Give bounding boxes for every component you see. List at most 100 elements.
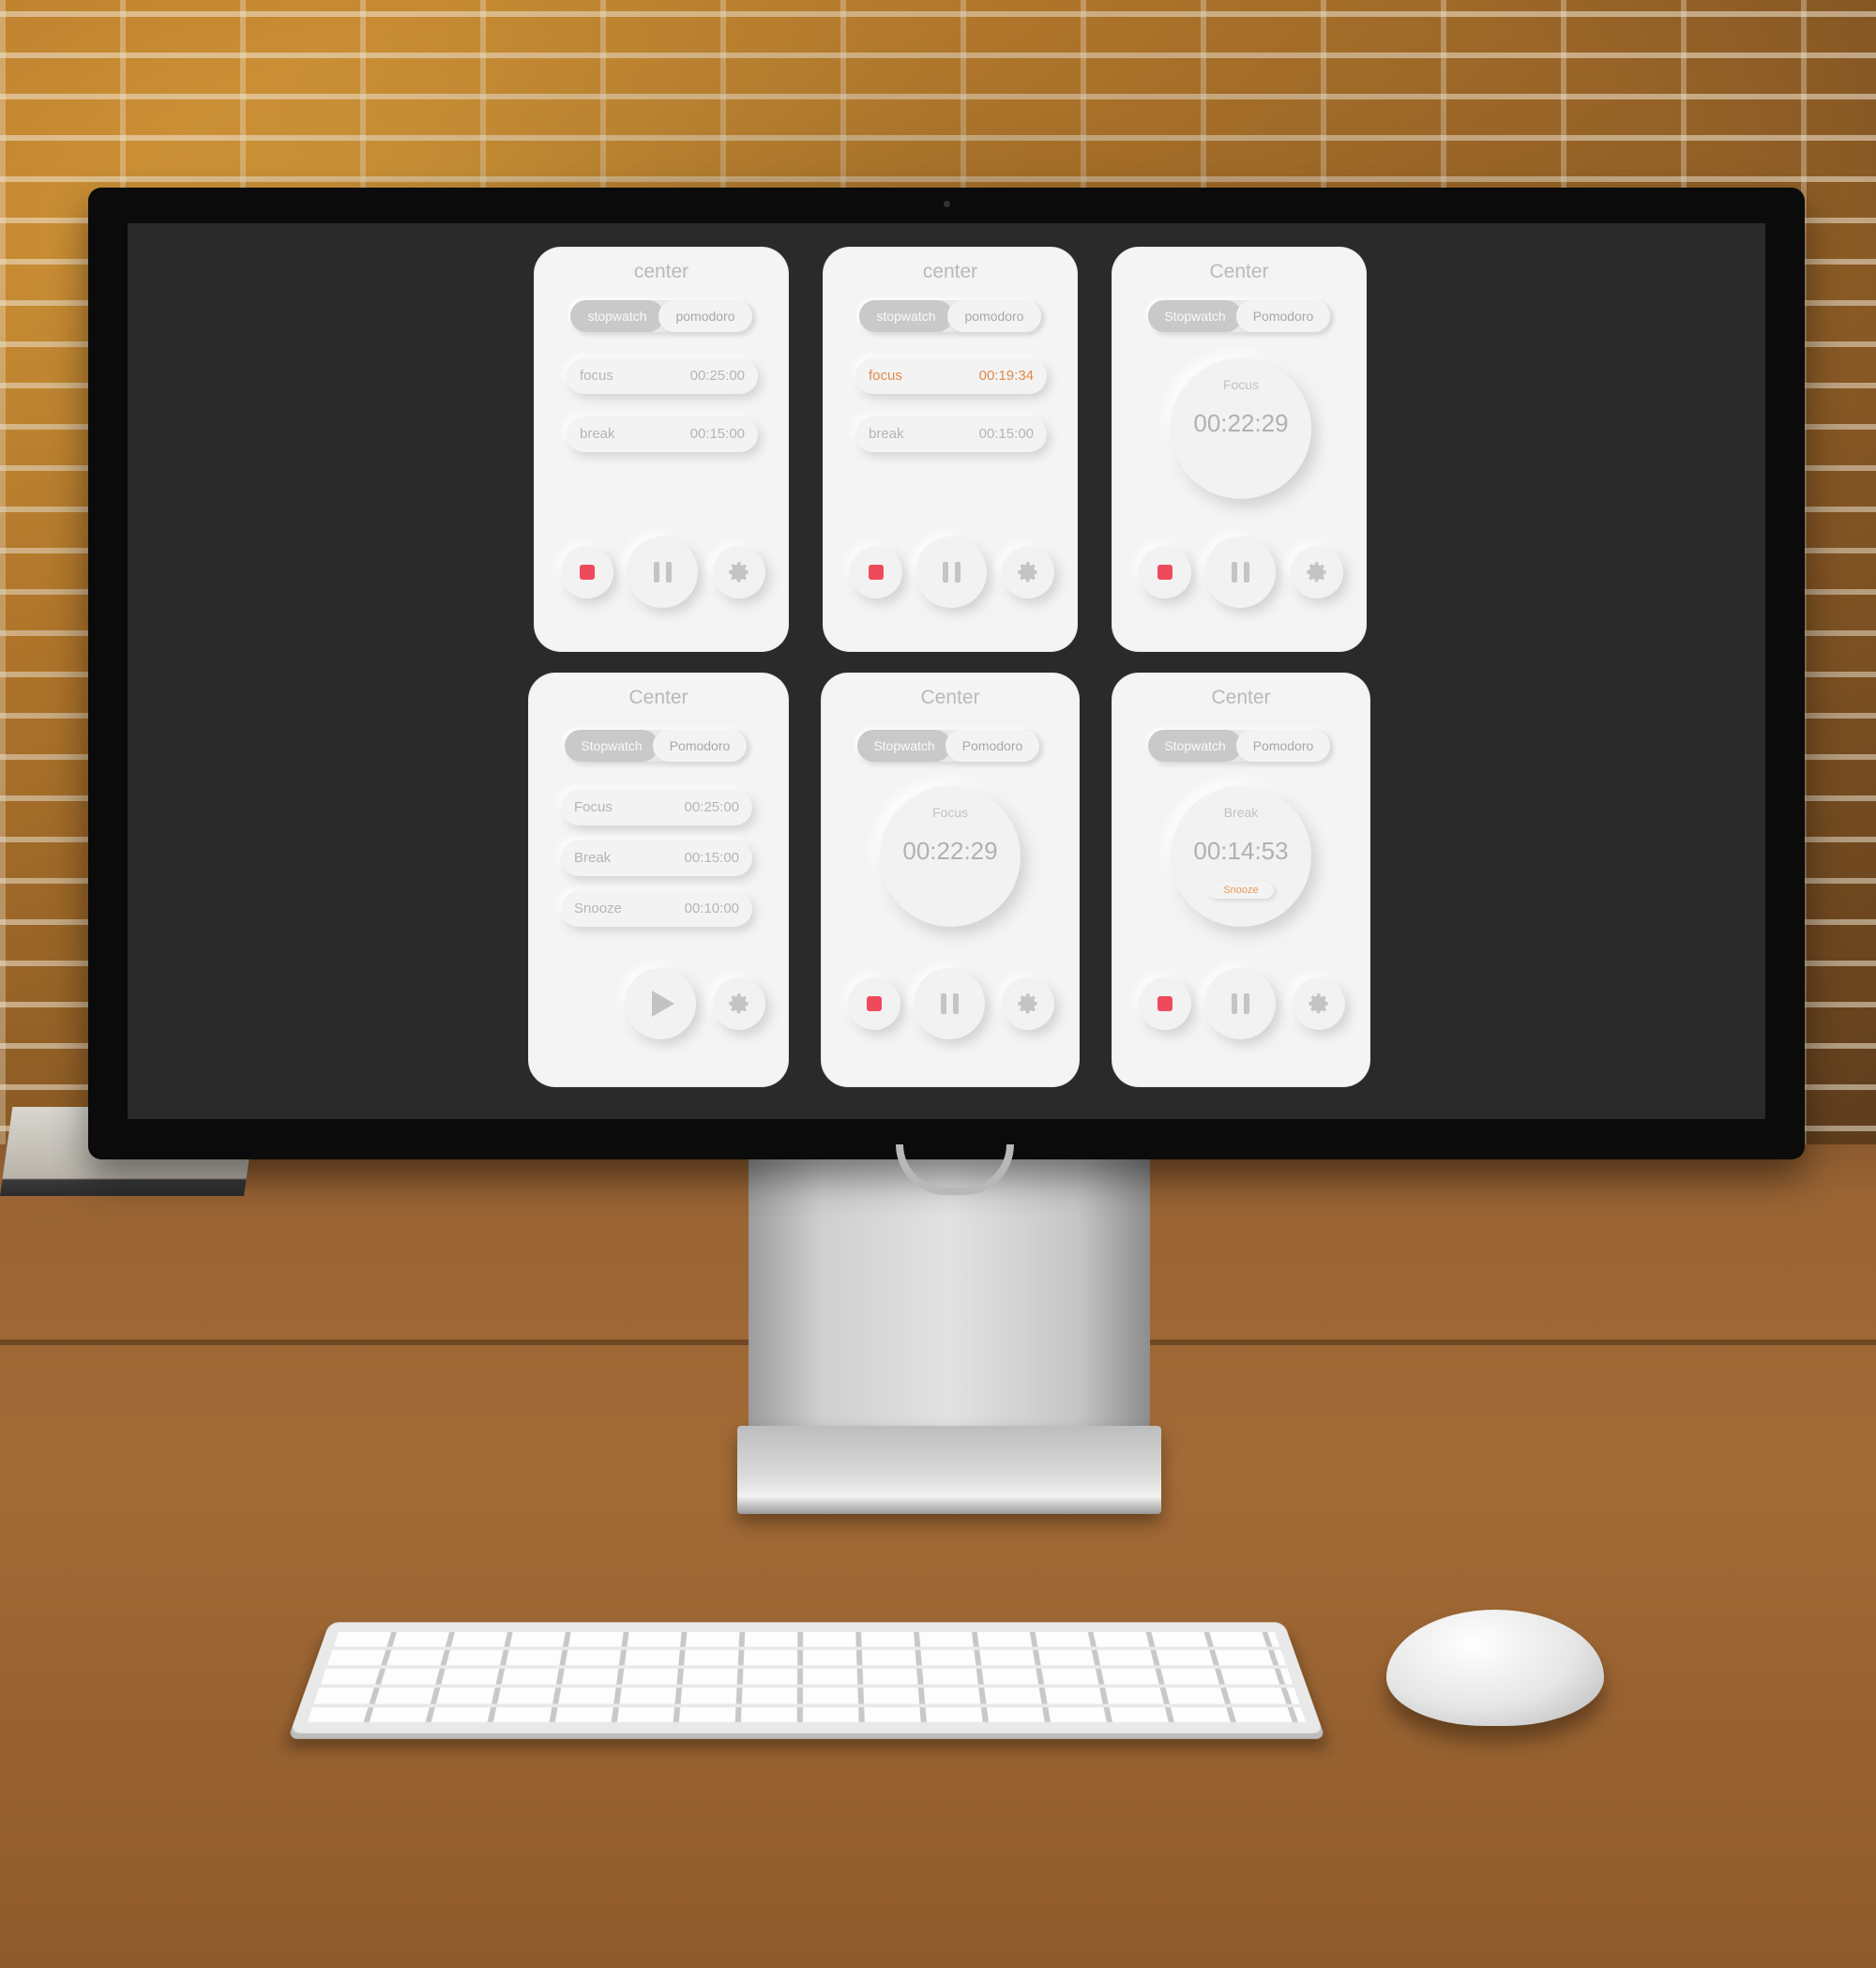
dial-time: 00:22:29 [1193,409,1289,437]
timer-row-snooze[interactable]: Snooze 00:10:00 [561,891,752,927]
mode-toggle[interactable]: Stopwatch Pomodoro [1148,730,1330,762]
stop-icon [867,996,882,1011]
row-label: break [869,426,904,442]
row-label: focus [580,368,613,384]
pause-icon [940,993,959,1014]
timer-row-break[interactable]: break 00:15:00 [567,416,758,452]
stop-button[interactable] [1139,546,1191,598]
pause-icon [1231,993,1249,1014]
row-label: break [580,426,615,442]
timer-dial: Break 00:14:53 Snooze [1171,786,1311,927]
pause-icon [942,562,961,583]
settings-button[interactable] [1291,546,1343,598]
mode-toggle[interactable]: stopwatch pomodoro [859,300,1041,332]
row-label: Focus [574,799,613,815]
tab-stopwatch[interactable]: Stopwatch [565,730,658,762]
gear-icon [729,562,749,583]
settings-button[interactable] [1002,546,1054,598]
timer-row-focus[interactable]: Focus 00:25:00 [561,790,752,825]
keyboard-keys [307,1631,1307,1722]
timer-row-focus[interactable]: focus 00:25:00 [567,358,758,394]
settings-button[interactable] [713,546,765,598]
snooze-badge[interactable]: Snooze [1208,882,1274,899]
stop-icon [869,565,884,580]
card-title: Center [628,687,688,708]
gear-icon [1307,562,1326,583]
gear-icon [729,993,749,1014]
stop-icon [1157,996,1172,1011]
row-time: 00:25:00 [684,799,739,815]
tab-pomodoro[interactable]: Pomodoro [653,730,747,762]
tab-stopwatch[interactable]: Stopwatch [857,730,951,762]
tab-pomodoro[interactable]: pomodoro [658,300,752,332]
card-title: Center [920,687,980,708]
timer-dial: Focus 00:22:29 [880,786,1021,927]
tab-stopwatch[interactable]: stopwatch [859,300,953,332]
card-title: Center [1211,687,1271,708]
dial-label: Focus [931,805,969,820]
tab-stopwatch[interactable]: Stopwatch [1148,730,1242,762]
card-2: center stopwatch pomodoro focus 00:19:34… [824,248,1077,651]
row-time: 00:15:00 [684,850,739,866]
timer-row-break[interactable]: break 00:15:00 [855,416,1047,452]
stop-button[interactable] [1139,977,1191,1030]
timer-row-break[interactable]: Break 00:15:00 [561,840,752,876]
settings-button[interactable] [1002,977,1054,1030]
tab-pomodoro[interactable]: Pomodoro [1236,300,1330,332]
settings-button[interactable] [713,977,765,1030]
pause-button[interactable] [915,537,987,608]
stop-button[interactable] [848,977,900,1030]
monitor: center stopwatch pomodoro focus 00:25:00… [88,188,1805,1159]
card-1: center stopwatch pomodoro focus 00:25:00… [535,248,788,651]
card-5: Center Stopwatch Pomodoro Focus 00:22:29 [822,674,1079,1086]
card-4: Center Stopwatch Pomodoro Focus 00:25:00… [529,674,788,1086]
tab-stopwatch[interactable]: Stopwatch [1148,300,1242,332]
pause-button[interactable] [627,537,698,608]
timer-dial: Focus 00:22:29 [1171,358,1311,499]
mode-toggle[interactable]: Stopwatch Pomodoro [1148,300,1330,332]
pause-button[interactable] [1204,968,1276,1039]
gear-icon [1018,562,1037,583]
pause-button[interactable] [914,968,985,1039]
gear-icon [1309,993,1328,1014]
stop-icon [1157,565,1172,580]
row-label: Snooze [574,901,622,916]
keyboard [287,1622,1326,1739]
stop-button[interactable] [850,546,902,598]
row-time: 00:15:00 [978,426,1034,442]
dial-time: 00:14:53 [1193,837,1289,865]
card-3: Center Stopwatch Pomodoro Focus 00:22:29 [1112,248,1366,651]
dial-label: Break [1223,805,1259,820]
gear-icon [1018,993,1037,1014]
row-label: focus [869,368,902,384]
play-icon [652,991,674,1017]
stop-icon [580,565,595,580]
pause-icon [1231,562,1249,583]
timer-row-focus[interactable]: focus 00:19:34 [855,358,1047,394]
dial-time: 00:22:29 [902,837,998,865]
screen: center stopwatch pomodoro focus 00:25:00… [128,223,1765,1119]
tab-pomodoro[interactable]: Pomodoro [946,730,1039,762]
mode-toggle[interactable]: Stopwatch Pomodoro [565,730,747,762]
card-title: center [922,261,978,282]
camera-dot [944,201,950,207]
card-6: Center Stopwatch Pomodoro Break 00:14:53… [1112,674,1369,1086]
tab-pomodoro[interactable]: pomodoro [947,300,1041,332]
monitor-base [737,1426,1161,1514]
play-button[interactable] [625,968,696,1039]
row-time: 00:19:34 [978,368,1034,384]
pause-button[interactable] [1204,537,1276,608]
card-title: Center [1209,261,1269,282]
tab-stopwatch[interactable]: stopwatch [570,300,664,332]
mode-toggle[interactable]: stopwatch pomodoro [570,300,752,332]
tab-pomodoro[interactable]: Pomodoro [1236,730,1330,762]
monitor-stand [749,1154,1150,1435]
dial-label: Focus [1222,377,1260,392]
stop-button[interactable] [561,546,613,598]
pause-icon [653,562,672,583]
settings-button[interactable] [1293,977,1345,1030]
row-time: 00:25:00 [689,368,745,384]
card-title: center [633,261,689,282]
mode-toggle[interactable]: Stopwatch Pomodoro [857,730,1039,762]
row-time: 00:15:00 [689,426,745,442]
